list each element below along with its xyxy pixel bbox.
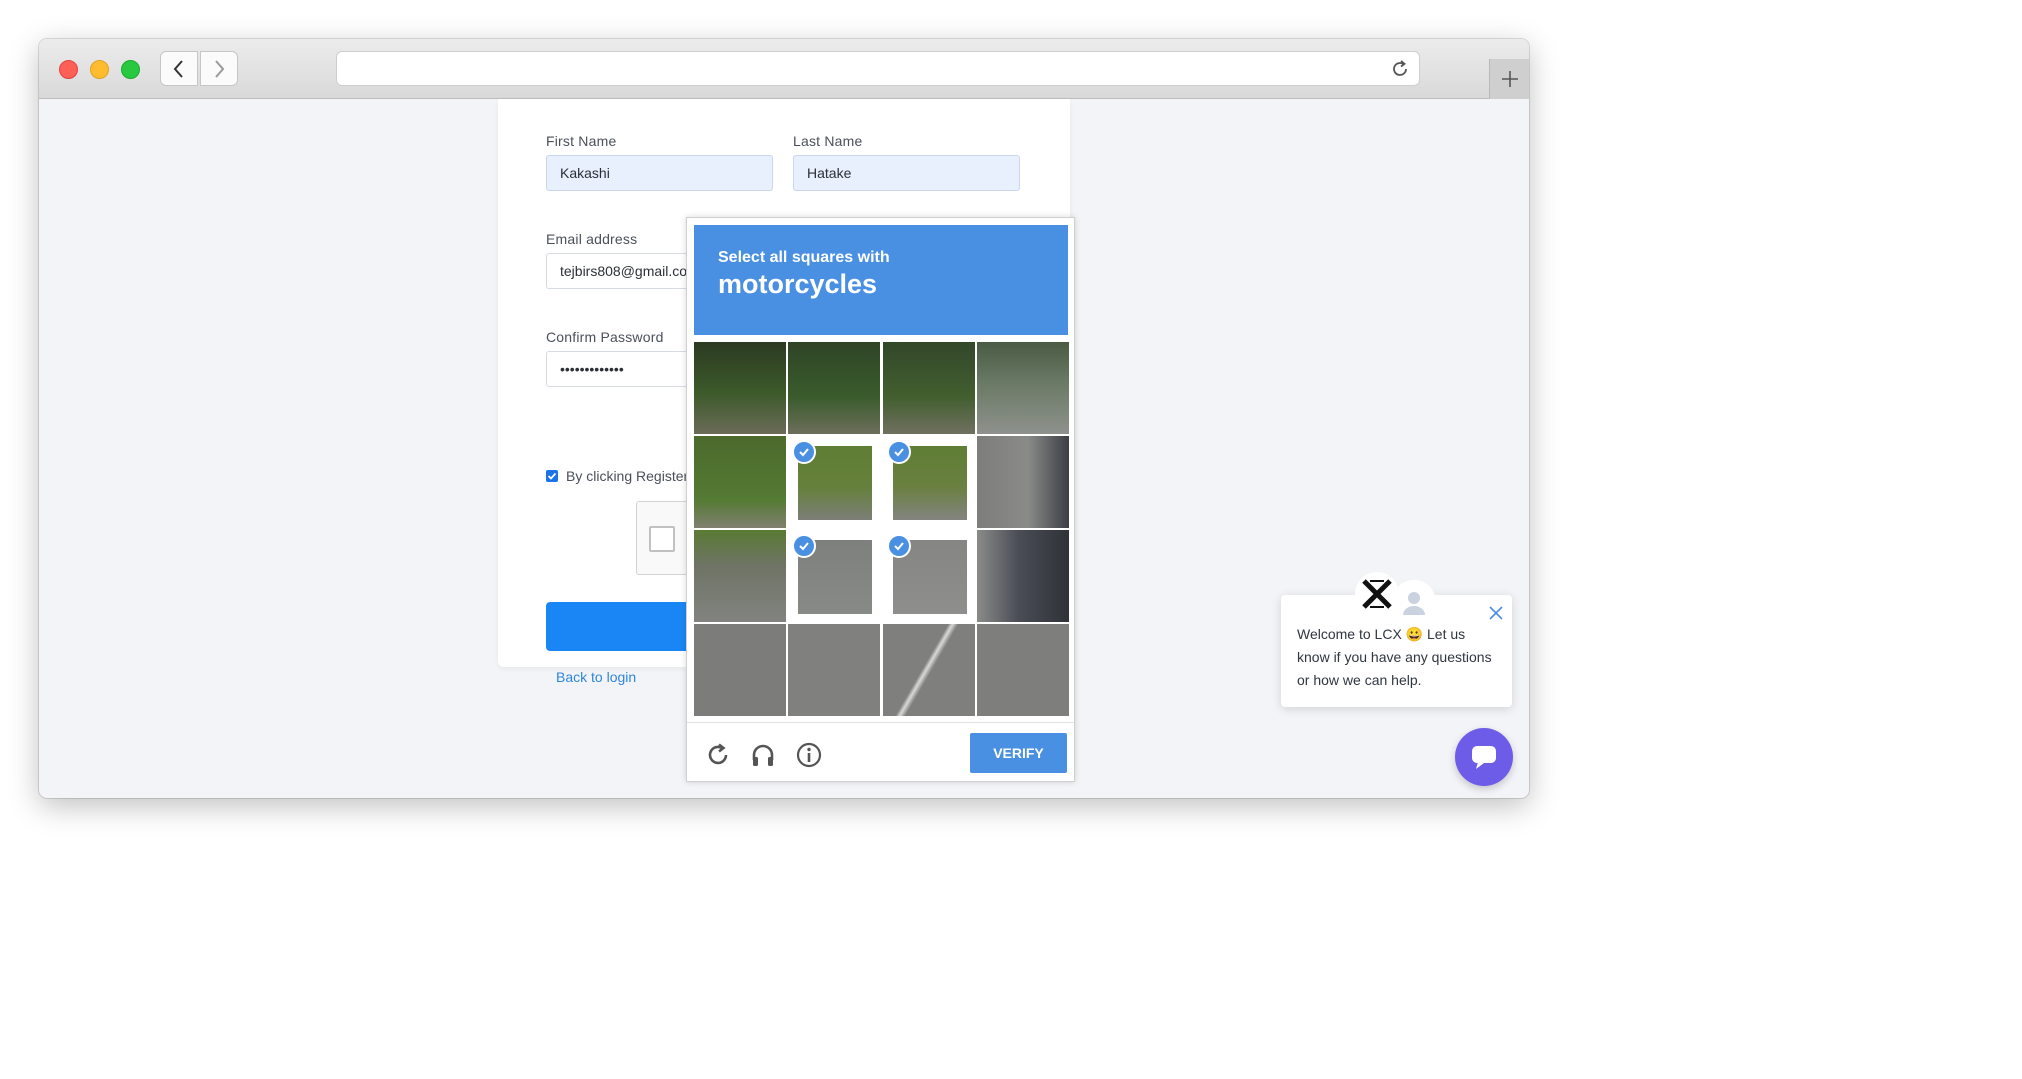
reload-icon[interactable] <box>1389 58 1411 80</box>
captcha-header: Select all squares with motorcycles <box>694 225 1068 335</box>
first-name-input[interactable]: Kakashi <box>546 155 773 191</box>
captcha-tile-15[interactable] <box>883 624 975 716</box>
back-to-login-link[interactable]: Back to login <box>556 669 636 685</box>
confirm-password-label: Confirm Password <box>546 329 664 345</box>
captcha-image-grid <box>694 342 1070 716</box>
recaptcha-checkbox[interactable] <box>649 526 675 552</box>
forward-button[interactable] <box>200 51 238 86</box>
captcha-challenge: Select all squares with motorcycles VERI… <box>686 217 1075 782</box>
captcha-tile-13[interactable] <box>694 624 786 716</box>
email-input[interactable]: tejbirs808@gmail.co <box>546 253 706 289</box>
terms-checkbox[interactable] <box>546 470 558 482</box>
captcha-target: motorcycles <box>718 269 878 299</box>
captcha-tile-6[interactable] <box>788 436 880 528</box>
last-name-label: Last Name <box>793 133 863 149</box>
captcha-tile-14[interactable] <box>788 624 880 716</box>
close-window-button[interactable] <box>59 60 78 79</box>
chat-launcher-button[interactable] <box>1455 728 1513 786</box>
captcha-tile-8[interactable] <box>977 436 1069 528</box>
reload-icon[interactable] <box>704 741 732 769</box>
browser-toolbar <box>39 39 1529 99</box>
selected-check-icon <box>887 440 911 464</box>
user-avatar-icon <box>1392 580 1436 624</box>
selected-check-icon <box>792 534 816 558</box>
address-bar[interactable] <box>336 51 1420 86</box>
chevron-right-icon <box>215 59 225 78</box>
captcha-tile-4[interactable] <box>977 342 1069 434</box>
back-button[interactable] <box>160 51 198 86</box>
captcha-tile-10[interactable] <box>788 530 880 622</box>
chevron-left-icon <box>173 59 183 78</box>
captcha-tile-3[interactable] <box>883 342 975 434</box>
captcha-footer: VERIFY <box>687 722 1074 782</box>
chat-icon <box>1472 746 1496 769</box>
close-icon[interactable] <box>1489 606 1503 620</box>
captcha-tile-2[interactable] <box>788 342 880 434</box>
terms-text: By clicking Register, <box>566 468 692 484</box>
captcha-tile-1[interactable] <box>694 342 786 434</box>
register-button[interactable] <box>546 602 706 651</box>
headphones-icon[interactable] <box>749 741 777 769</box>
new-tab-button[interactable] <box>1489 59 1529 99</box>
captcha-tile-16[interactable] <box>977 624 1069 716</box>
checkmark-icon <box>547 472 557 480</box>
browser-window: First Name Kakashi Last Name Hatake Emai… <box>39 39 1529 798</box>
confirm-password-input[interactable]: ••••••••••••• <box>546 351 706 387</box>
captcha-tile-11[interactable] <box>883 530 975 622</box>
email-label: Email address <box>546 231 638 247</box>
plus-icon <box>1501 71 1518 87</box>
captcha-tile-5[interactable] <box>694 436 786 528</box>
chat-welcome-message: Welcome to LCX 😀 Let us know if you have… <box>1297 626 1492 688</box>
maximize-window-button[interactable] <box>121 60 140 79</box>
info-icon[interactable] <box>795 741 823 769</box>
captcha-instruction: Select all squares with <box>718 249 890 266</box>
captcha-tile-12[interactable] <box>977 530 1069 622</box>
selected-check-icon <box>792 440 816 464</box>
minimize-window-button[interactable] <box>90 60 109 79</box>
selected-check-icon <box>887 534 911 558</box>
captcha-tile-7[interactable] <box>883 436 975 528</box>
captcha-tile-9[interactable] <box>694 530 786 622</box>
verify-button[interactable]: VERIFY <box>970 733 1067 773</box>
first-name-label: First Name <box>546 133 617 149</box>
last-name-input[interactable]: Hatake <box>793 155 1020 191</box>
